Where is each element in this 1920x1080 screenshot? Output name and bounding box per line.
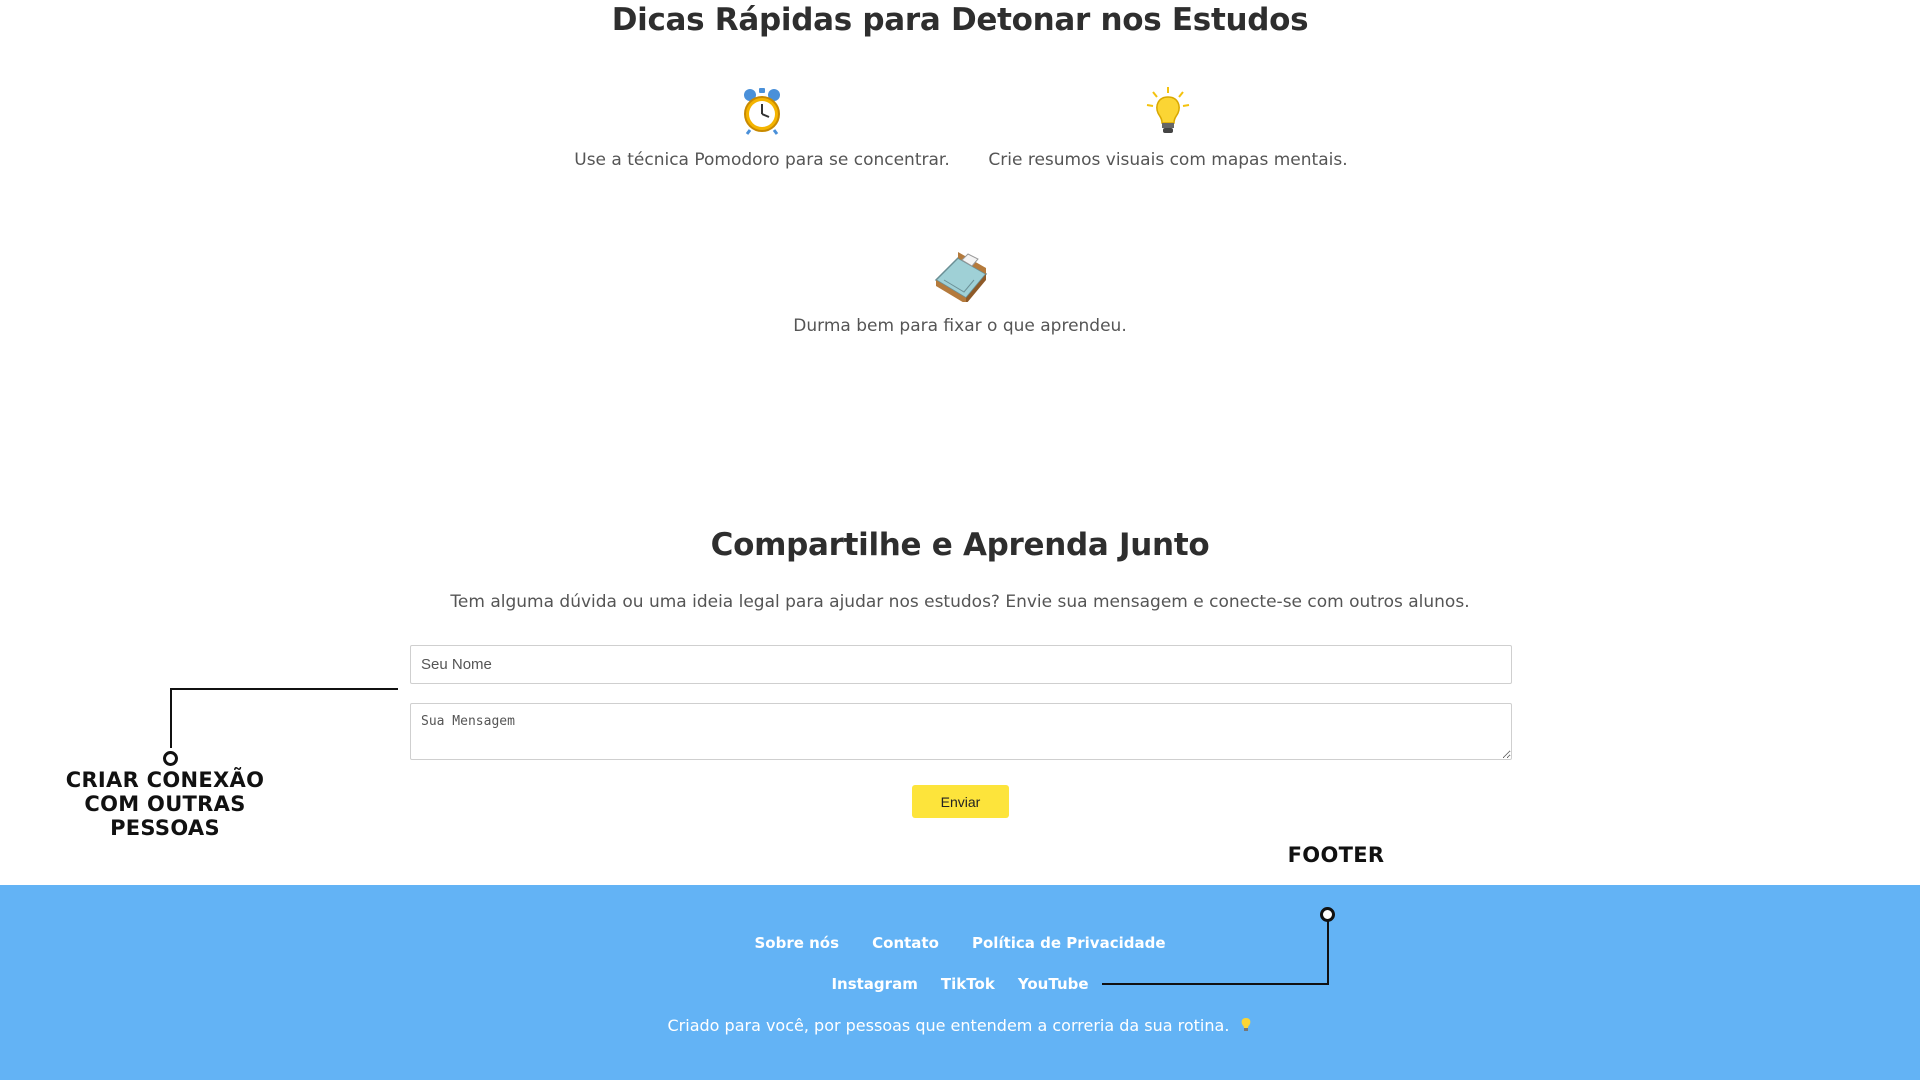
footer: Sobre nós Contato Política de Privacidad… [0,885,1920,1080]
annotation-label-footer: FOOTER [1287,843,1385,867]
tip-text: Crie resumos visuais com mapas mentais. [988,150,1348,170]
alarm-clock-icon [744,88,780,135]
footer-credit: Criado para você, por pessoas que entend… [0,1016,1920,1035]
footer-link-sobre-nos[interactable]: Sobre nós [754,934,839,952]
share-description: Tem alguma dúvida ou uma ideia legal par… [450,592,1470,612]
name-input[interactable] [410,645,1512,684]
annotation-marker [163,751,178,766]
send-button[interactable]: Enviar [912,785,1009,818]
page: Dicas Rápidas para Detonar nos Estudos U… [0,0,1920,1080]
social-link-instagram[interactable]: Instagram [831,975,917,993]
tip-text: Durma bem para fixar o que aprendeu. [793,316,1127,336]
bed-icon [934,252,988,302]
annotation-label-conexao: CRIAR CONEXÃO COM OUTRAS PESSOAS [30,768,300,840]
footer-link-privacidade[interactable]: Política de Privacidade [972,934,1166,952]
annotation-line: CRIAR CONEXÃO [65,768,265,792]
footer-link-contato[interactable]: Contato [872,934,939,952]
footer-nav: Sobre nós Contato Política de Privacidad… [0,933,1920,952]
annotation-connector [170,688,172,748]
annotation-connector [1327,919,1329,985]
tip-dormir: Durma bem para fixar o que aprendeu. [750,250,1170,336]
footer-social: Instagram TikTok YouTube [0,974,1920,993]
annotation-marker [1320,907,1335,922]
lightbulb-icon [1146,87,1190,133]
tip-text: Use a técnica Pomodoro para se concentra… [574,150,950,170]
tip-mapas-mentais: Crie resumos visuais com mapas mentais. [958,86,1378,170]
tips-title: Dicas Rápidas para Detonar nos Estudos [611,2,1309,38]
lightbulb-icon [1241,1018,1250,1031]
social-link-youtube[interactable]: YouTube [1018,975,1089,993]
tip-pomodoro: Use a técnica Pomodoro para se concentra… [552,86,972,170]
annotation-connector [1102,983,1329,985]
annotation-connector [170,688,398,690]
share-title: Compartilhe e Aprenda Junto [710,527,1210,563]
message-input[interactable] [410,703,1512,760]
footer-credit-text: Criado para você, por pessoas que entend… [667,1016,1230,1035]
annotation-line: COM OUTRAS PESSOAS [84,792,246,840]
social-link-tiktok[interactable]: TikTok [941,975,995,993]
